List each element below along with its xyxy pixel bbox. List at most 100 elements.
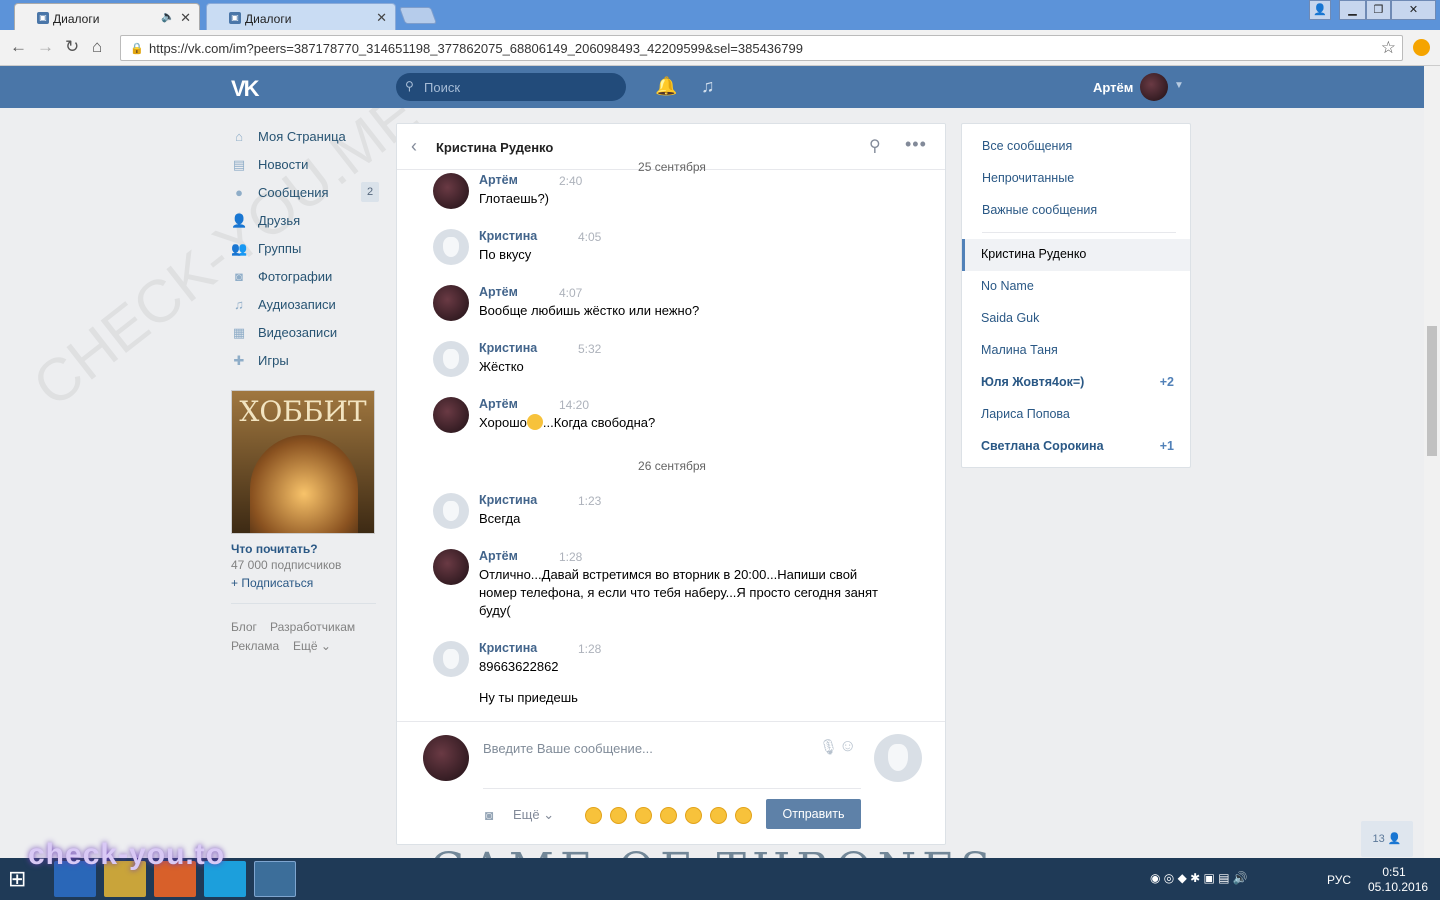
avatar[interactable] xyxy=(433,641,469,677)
close-window-button[interactable]: ✕ xyxy=(1391,0,1436,20)
restore-button[interactable]: ❐ xyxy=(1366,0,1391,20)
language-indicator[interactable]: РУС xyxy=(1327,873,1351,887)
peer-name[interactable]: Кристина Руденко xyxy=(436,140,553,155)
url-text[interactable]: https://vk.com/im?peers=387178770_314651… xyxy=(149,41,803,56)
clock[interactable]: 0:51 05.10.2016 xyxy=(1368,865,1428,895)
windows-start-icon[interactable]: ⊞ xyxy=(8,866,26,892)
close-tab-icon[interactable]: ✕ xyxy=(376,10,387,26)
home-icon[interactable]: ⌂ xyxy=(92,37,102,57)
attach-more-button[interactable]: Ещё ⌄ xyxy=(513,807,554,823)
message-author[interactable]: Кристина xyxy=(479,641,537,655)
avatar[interactable] xyxy=(433,397,469,433)
emoji-heart-eyes-icon[interactable] xyxy=(585,807,602,824)
ad-image-hobbit[interactable]: ХОББИТ xyxy=(231,390,375,534)
footer-blog-link[interactable]: Блог xyxy=(231,620,257,634)
vk-logo[interactable]: VK xyxy=(231,76,260,102)
avatar[interactable] xyxy=(433,493,469,529)
emoji-grin-icon[interactable] xyxy=(685,807,702,824)
peer-avatar[interactable] xyxy=(874,734,922,782)
menu-item-news[interactable]: ▤ Новости xyxy=(231,152,381,180)
emoji-blush-icon[interactable] xyxy=(710,807,727,824)
bookmark-star-icon[interactable]: ☆ xyxy=(1381,38,1396,58)
message-time: 1:23 xyxy=(578,494,602,508)
system-tray-icons[interactable]: ◉ ◎ ◆ ✱ ▣ ▤ 🔊 xyxy=(1150,871,1248,885)
menu-item-friends[interactable]: 👤 Друзья xyxy=(231,208,381,236)
camera-icon[interactable]: ◙ xyxy=(485,807,493,823)
message-input[interactable]: Введите Ваше сообщение... xyxy=(483,741,653,756)
browser-tab-active[interactable]: ▣ Диалоги 🔈 ✕ xyxy=(14,3,200,30)
reload-icon[interactable]: ↻ xyxy=(65,37,79,57)
chrome-taskbar-icon[interactable] xyxy=(254,861,296,897)
dialog-item[interactable]: Светлана Сорокина +1 xyxy=(962,431,1190,463)
ad-title[interactable]: Что почитать? xyxy=(231,542,318,556)
avatar[interactable] xyxy=(433,229,469,265)
back-chevron-icon[interactable]: ‹ xyxy=(411,136,417,157)
message-author[interactable]: Артём xyxy=(479,549,518,563)
menu-item-games[interactable]: ✚ Игры xyxy=(231,348,381,376)
address-bar[interactable]: 🔒 https://vk.com/im?peers=387178770_3146… xyxy=(120,35,1403,61)
user-profile-icon[interactable]: 👤 xyxy=(1309,0,1331,20)
avatar[interactable] xyxy=(433,341,469,377)
dialog-item[interactable]: No Name xyxy=(962,271,1190,303)
send-button[interactable]: Отправить xyxy=(766,799,861,829)
dialog-item[interactable]: Малина Таня xyxy=(962,335,1190,367)
filter-all-messages[interactable]: Все сообщения xyxy=(982,139,1072,153)
user-avatar[interactable] xyxy=(1140,73,1168,101)
new-tab-button[interactable] xyxy=(398,7,438,24)
avatar[interactable] xyxy=(433,173,469,209)
tab-title: Диалоги xyxy=(53,12,100,26)
search-icon[interactable]: ⚲ xyxy=(869,136,881,156)
chat-notification-button[interactable]: 13 👤 xyxy=(1361,821,1413,857)
back-arrow-icon[interactable]: ← xyxy=(10,37,27,57)
microphone-icon[interactable]: 🎙 xyxy=(819,738,838,756)
dialog-name: No Name xyxy=(981,279,1034,293)
menu-item-video[interactable]: ▦ Видеозаписи xyxy=(231,320,381,348)
footer-dev-link[interactable]: Разработчикам xyxy=(270,620,355,634)
message-author[interactable]: Артём xyxy=(479,173,518,187)
menu-item-messages[interactable]: ● Сообщения 2 xyxy=(231,180,381,208)
page-scrollbar[interactable] xyxy=(1424,66,1440,858)
emoji-relieved-icon[interactable] xyxy=(735,807,752,824)
search-input[interactable]: ⚲ Поиск xyxy=(396,73,626,101)
browser-tab[interactable]: ▣ Диалоги ✕ xyxy=(206,3,396,30)
message-author[interactable]: Кристина xyxy=(479,493,537,507)
emoji-picker-icon[interactable]: ☺ xyxy=(839,736,856,756)
my-avatar[interactable] xyxy=(423,735,469,781)
menu-item-my-page[interactable]: ⌂ Моя Страница xyxy=(231,124,381,152)
ad-subscribe-link[interactable]: + Подписаться xyxy=(231,576,313,590)
emoji-scared-icon[interactable] xyxy=(635,807,652,824)
friends-icon: 👤 xyxy=(231,213,248,228)
music-note-icon[interactable]: ♫ xyxy=(701,76,715,97)
message-author[interactable]: Артём xyxy=(479,397,518,411)
music-note-icon: ♫ xyxy=(234,297,244,312)
dialog-item-selected[interactable]: Кристина Руденко xyxy=(962,239,1190,271)
message-author[interactable]: Артём xyxy=(479,285,518,299)
message-author[interactable]: Кристина xyxy=(479,341,537,355)
menu-item-groups[interactable]: 👥 Группы xyxy=(231,236,381,264)
minimize-button[interactable]: ▁ xyxy=(1339,0,1366,20)
dialog-item[interactable]: Юля Жовтя4ок=) +2 xyxy=(962,367,1190,399)
message-author[interactable]: Кристина xyxy=(479,229,537,243)
menu-item-audio[interactable]: ♫ Аудиозаписи xyxy=(231,292,381,320)
more-dots-icon[interactable]: ••• xyxy=(905,134,927,155)
footer-more-link[interactable]: Ещё ⌄ xyxy=(293,639,331,653)
emoji-smile-icon[interactable] xyxy=(660,807,677,824)
browser-menu-icon[interactable] xyxy=(1413,39,1430,56)
avatar[interactable] xyxy=(433,549,469,585)
dialog-item[interactable]: Saida Guk xyxy=(962,303,1190,335)
filter-unread[interactable]: Непрочитанные xyxy=(982,171,1074,185)
emoji-surprised-icon[interactable] xyxy=(610,807,627,824)
dialog-item[interactable]: Лариса Попова xyxy=(962,399,1190,431)
filter-important[interactable]: Важные сообщения xyxy=(982,203,1097,217)
message-time: 5:32 xyxy=(578,342,602,356)
forward-arrow-icon[interactable]: → xyxy=(37,37,54,57)
chevron-down-icon[interactable]: ▼ xyxy=(1174,80,1184,91)
avatar[interactable] xyxy=(433,285,469,321)
speaker-icon[interactable]: 🔈 xyxy=(161,10,175,23)
close-tab-icon[interactable]: ✕ xyxy=(180,10,191,26)
scrollbar-thumb[interactable] xyxy=(1427,326,1437,456)
menu-item-photos[interactable]: ◙ Фотографии xyxy=(231,264,381,292)
user-name[interactable]: Артём xyxy=(1093,80,1133,95)
bell-icon[interactable]: 🔔 xyxy=(655,76,677,97)
footer-ads-link[interactable]: Реклама xyxy=(231,639,279,653)
